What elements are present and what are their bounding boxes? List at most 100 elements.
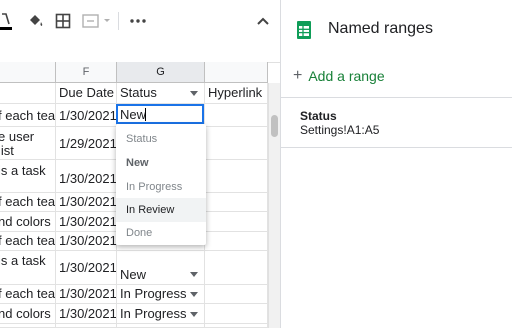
cell-text: f each tea xyxy=(0,286,56,301)
dropdown-option-new[interactable]: New xyxy=(116,151,206,175)
cell[interactable]: f each tea xyxy=(0,232,56,251)
cell[interactable]: 1/30/2021 xyxy=(56,251,117,285)
header-cell-hyperlink[interactable]: Hyperlink xyxy=(205,83,268,104)
cell[interactable]: 1/30/2021 xyxy=(56,212,117,232)
active-cell-editor[interactable]: New xyxy=(116,104,204,124)
toolbar xyxy=(0,0,280,45)
sheets-icon xyxy=(297,21,311,39)
named-range-name: Status xyxy=(300,109,337,123)
dropdown-arrow-icon[interactable] xyxy=(190,292,198,297)
cell-text: 1/30/2021 xyxy=(59,194,117,209)
panel-header: Named ranges xyxy=(281,0,512,60)
dropdown-option-in-progress[interactable]: In Progress xyxy=(116,175,206,199)
cell-text: is a task xyxy=(0,253,46,268)
cell-text: list xyxy=(0,143,14,158)
panel-title: Named ranges xyxy=(328,20,433,37)
cell-text: 1/30/2021 xyxy=(59,260,117,275)
cell[interactable] xyxy=(205,324,268,328)
cell-text: Hyperlink xyxy=(208,85,263,100)
cell[interactable]: In Progress xyxy=(117,285,205,304)
cell[interactable]: 1/30/2021 xyxy=(56,232,117,251)
cell-text: f each tea xyxy=(0,194,56,209)
column-header-f[interactable]: F xyxy=(56,62,117,83)
cell-text: e user xyxy=(0,129,35,144)
cell-text: f each tea xyxy=(0,233,56,248)
cell[interactable]: 1/30/2021 xyxy=(56,193,117,212)
dropdown-option-done[interactable]: Done xyxy=(116,221,206,245)
cell[interactable]: nd colors xyxy=(0,212,56,232)
cell[interactable] xyxy=(0,83,56,104)
dropdown-arrow-icon[interactable] xyxy=(190,312,198,317)
cell[interactable] xyxy=(205,193,268,212)
column-letter: F xyxy=(82,66,90,78)
cell[interactable]: 1/30/2021 xyxy=(56,304,117,324)
cell[interactable] xyxy=(205,232,268,251)
cell[interactable]: f each tea xyxy=(0,285,56,304)
divider xyxy=(281,147,512,148)
cell-text: New xyxy=(120,107,147,122)
cell-text: New xyxy=(120,267,147,282)
cell[interactable] xyxy=(205,251,268,285)
cell[interactable]: 1/30/2021 xyxy=(56,285,117,304)
named-ranges-panel: Named ranges + Add a range Status Settin… xyxy=(280,0,512,328)
merge-cells-icon[interactable] xyxy=(82,10,112,32)
cell-text: nd colors xyxy=(0,214,51,229)
fill-color-icon[interactable] xyxy=(26,10,44,32)
cell[interactable]: e userlist xyxy=(0,127,56,160)
cell[interactable] xyxy=(205,127,268,160)
column-letter: G xyxy=(156,66,165,78)
column-header-g[interactable]: G xyxy=(117,62,205,83)
cell-text: nd colors xyxy=(0,306,51,321)
dropdown-option-status[interactable]: Status xyxy=(116,127,206,151)
cell[interactable]: 1/30/2021 xyxy=(56,104,117,127)
dropdown-arrow-icon[interactable] xyxy=(190,91,198,96)
collapse-icon[interactable] xyxy=(254,10,272,32)
dropdown-arrow-icon[interactable] xyxy=(190,272,198,277)
borders-icon[interactable] xyxy=(54,10,72,32)
cell-text: 1/30/2021 xyxy=(59,286,117,301)
cell-text: 1/30/2021 xyxy=(59,171,117,186)
cell-text: is a task xyxy=(0,163,46,178)
cell-text: 1/30/2021 xyxy=(59,306,117,321)
cell[interactable] xyxy=(56,324,117,328)
dropdown-option-in-review[interactable]: In Review xyxy=(116,198,206,222)
column-header-e[interactable] xyxy=(0,62,56,83)
toolbar-separator xyxy=(118,12,119,30)
cell[interactable]: 1/30/2021 xyxy=(56,160,117,193)
cell[interactable]: is a task xyxy=(0,160,56,193)
header-cell-status[interactable]: Status xyxy=(117,83,205,104)
add-range-button[interactable]: + Add a range xyxy=(293,67,385,85)
cell[interactable]: New xyxy=(117,251,205,285)
cell[interactable]: f each tea xyxy=(0,104,56,127)
cell[interactable]: nd colors xyxy=(0,304,56,324)
more-icon[interactable] xyxy=(128,10,148,32)
cell[interactable] xyxy=(117,324,205,328)
header-cell-due-date[interactable]: Due Date xyxy=(56,83,117,104)
cell[interactable]: f each tea xyxy=(0,193,56,212)
cell-text: f each tea xyxy=(0,108,56,123)
cell-text: In Progress xyxy=(120,306,187,321)
add-range-label: Add a range xyxy=(308,68,385,84)
cell-text: 1/30/2021 xyxy=(59,233,117,248)
named-range-reference: Settings!A1:A5 xyxy=(300,123,380,137)
cell[interactable] xyxy=(205,304,268,324)
cell-text: Due Date xyxy=(59,85,114,100)
plus-icon: + xyxy=(293,67,303,84)
cell[interactable]: is a task xyxy=(0,251,56,285)
column-header-h[interactable] xyxy=(205,62,268,83)
cell[interactable]: In Progress xyxy=(117,304,205,324)
cell[interactable] xyxy=(205,160,268,193)
status-dropdown-menu: Status New In Progress In Review Done xyxy=(116,124,206,245)
formula-bar[interactable] xyxy=(0,44,280,63)
text-color-icon[interactable] xyxy=(0,10,12,32)
cell[interactable] xyxy=(0,324,56,328)
cell-text: 1/30/2021 xyxy=(59,108,117,123)
text-cursor xyxy=(145,108,146,121)
cell[interactable] xyxy=(205,285,268,304)
cell[interactable] xyxy=(205,104,268,127)
cell[interactable]: 1/29/2021 xyxy=(56,127,117,160)
cell[interactable] xyxy=(205,212,268,232)
cell-text: 1/29/2021 xyxy=(59,136,117,151)
cell-text: Status xyxy=(120,85,157,100)
scrollbar-thumb[interactable] xyxy=(271,115,278,137)
